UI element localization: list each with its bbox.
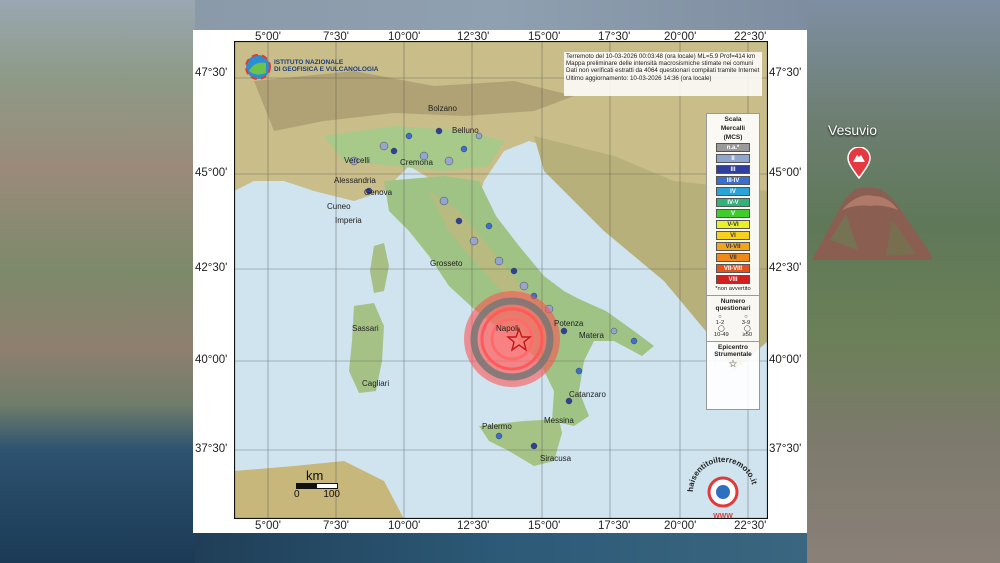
- legend-title: (MCS): [723, 134, 743, 141]
- legend-class: VIII: [716, 275, 750, 284]
- italy-intensity-map[interactable]: Bolzano Belluno Vercelli Cremona Alessan…: [234, 41, 768, 519]
- city-label: Genova: [364, 188, 393, 197]
- size-medium: ○ 3-9: [741, 314, 751, 326]
- lon-tick-bottom: 10°00': [388, 520, 421, 532]
- city-label: Napoli: [496, 324, 519, 333]
- mcs-legend: Scala Mercalli (MCS) n.a.* II III III-IV IV I…: [706, 113, 760, 410]
- lat-tick-right: 42°30': [769, 262, 802, 274]
- event-info-box: Terremoto del 10-03-2026 00:03:48 (ora l…: [564, 52, 762, 96]
- legend-class: VII-VIII: [716, 264, 750, 273]
- aerial-view-left: [0, 0, 195, 563]
- city-label: Belluno: [452, 126, 479, 135]
- lon-tick-bottom: 7°30': [323, 520, 349, 532]
- legend-title: Mercalli: [720, 125, 746, 132]
- epicenter-legend-line: Strumentale: [714, 351, 752, 358]
- lat-tick-right: 40°00': [769, 354, 802, 366]
- epicenter-star-legend-icon: ☆: [728, 359, 738, 370]
- city-label: Matera: [579, 331, 604, 340]
- questionnaire-sizes: ○ 1-2 ○ 3-9: [707, 314, 759, 326]
- city-label: Vercelli: [344, 156, 370, 165]
- lon-tick-bottom: 15°00': [528, 520, 561, 532]
- lat-tick-left: 47°30': [195, 67, 228, 79]
- lon-tick-bottom: 5°00': [255, 520, 281, 532]
- institute-line: DI GEOFISICA E VULCANOLOGIA: [274, 66, 379, 73]
- city-label: Catanzaro: [569, 390, 606, 399]
- haisentito-logo-icon: haisentitoilterremoto.it WWW: [686, 455, 759, 520]
- legend-class: V-VI: [716, 220, 750, 229]
- city-label: Siracusa: [540, 454, 572, 463]
- lon-tick-bottom: 17°30': [598, 520, 631, 532]
- size-xlarge: ◯ ≥50: [742, 326, 753, 338]
- institute-line: ISTITUTO NAZIONALE: [274, 59, 344, 66]
- scale-unit: km: [306, 468, 324, 483]
- vesuvio-volcano-image: [812, 187, 932, 260]
- questionnaire-sizes-2: ◯ 10-49 ◯ ≥50: [707, 326, 759, 338]
- sea-bottom: [195, 533, 807, 563]
- city-label: Cremona: [400, 158, 433, 167]
- legend-class: n.a.*: [716, 143, 750, 152]
- ingv-logo-icon: [245, 54, 271, 80]
- event-info-line: Mappa preliminare delle intensità macros…: [566, 60, 754, 68]
- city-label: Bolzano: [428, 104, 457, 113]
- legend-class: VI: [716, 231, 750, 240]
- questionnaire-title-line: questionari: [715, 305, 751, 312]
- city-label: Sassari: [352, 324, 379, 333]
- aerial-view-top: [195, 0, 807, 30]
- city-label: Alessandria: [334, 176, 376, 185]
- city-label: Cagliari: [362, 379, 389, 388]
- legend-class: VI-VII: [716, 242, 750, 251]
- city-label: Grosseto: [430, 259, 463, 268]
- scale-bar: km 0 100: [294, 468, 340, 500]
- legend-class: IV: [716, 187, 750, 196]
- watermark-sub: WWW: [713, 513, 733, 520]
- lat-tick-right: 47°30': [769, 67, 802, 79]
- size-small: ○ 1-2: [715, 314, 725, 326]
- aerial-view-right: [807, 0, 1000, 563]
- city-label: Messina: [544, 416, 574, 425]
- legend-class: III: [716, 165, 750, 174]
- lat-tick-left: 40°00': [195, 354, 228, 366]
- event-info-line: Terremoto del 10-03-2026 00:03:48 (ora l…: [566, 53, 756, 60]
- epicenter-legend-title: Epicentro Strumentale: [707, 341, 759, 358]
- legend-class: V: [716, 209, 750, 218]
- lat-tick-left: 45°00': [195, 167, 228, 179]
- city-label: Potenza: [554, 319, 584, 328]
- legend-title: Scala: [724, 116, 742, 123]
- volcano-pin-icon: [847, 147, 871, 179]
- size-large: ◯ 10-49: [713, 326, 729, 338]
- legend-class: III-IV: [716, 176, 750, 185]
- vesuvio-label: Vesuvio: [828, 122, 878, 138]
- event-info-line: Ultimo aggiornamento: 10-03-2026 14:36 (…: [566, 74, 712, 82]
- scale-end: 100: [323, 489, 340, 500]
- lon-tick-bottom: 12°30': [457, 520, 490, 532]
- legend-class: IV-V: [716, 198, 750, 207]
- city-label: Cuneo: [327, 202, 351, 211]
- questionnaire-title: Numero questionari: [707, 295, 759, 312]
- lat-tick-left: 42°30': [195, 262, 228, 274]
- legend-class: VII: [716, 253, 750, 262]
- scale-start: 0: [294, 489, 300, 500]
- institute-name: ISTITUTO NAZIONALE DI GEOFISICA E VULCAN…: [274, 59, 379, 73]
- city-label: Imperia: [335, 216, 362, 225]
- city-label: Palermo: [482, 422, 512, 431]
- legend-class: II: [716, 154, 750, 163]
- epicenter-rings: [464, 291, 560, 387]
- lat-tick-left: 37°30': [195, 443, 228, 455]
- scale-labels: 0 100: [294, 489, 340, 500]
- lat-tick-right: 45°00': [769, 167, 802, 179]
- lat-tick-right: 37°30': [769, 443, 802, 455]
- legend-note: *non avvertito: [715, 286, 751, 292]
- event-info-line: Dati non verificati estratti da 4064 que…: [566, 67, 760, 75]
- questionnaire-title-line: Numero: [720, 298, 746, 305]
- epicenter-legend-line: Epicentro: [718, 344, 748, 351]
- legend-classes: n.a.* II III III-IV IV IV-V V V-VI VI VI-VII VII VI…: [707, 143, 759, 284]
